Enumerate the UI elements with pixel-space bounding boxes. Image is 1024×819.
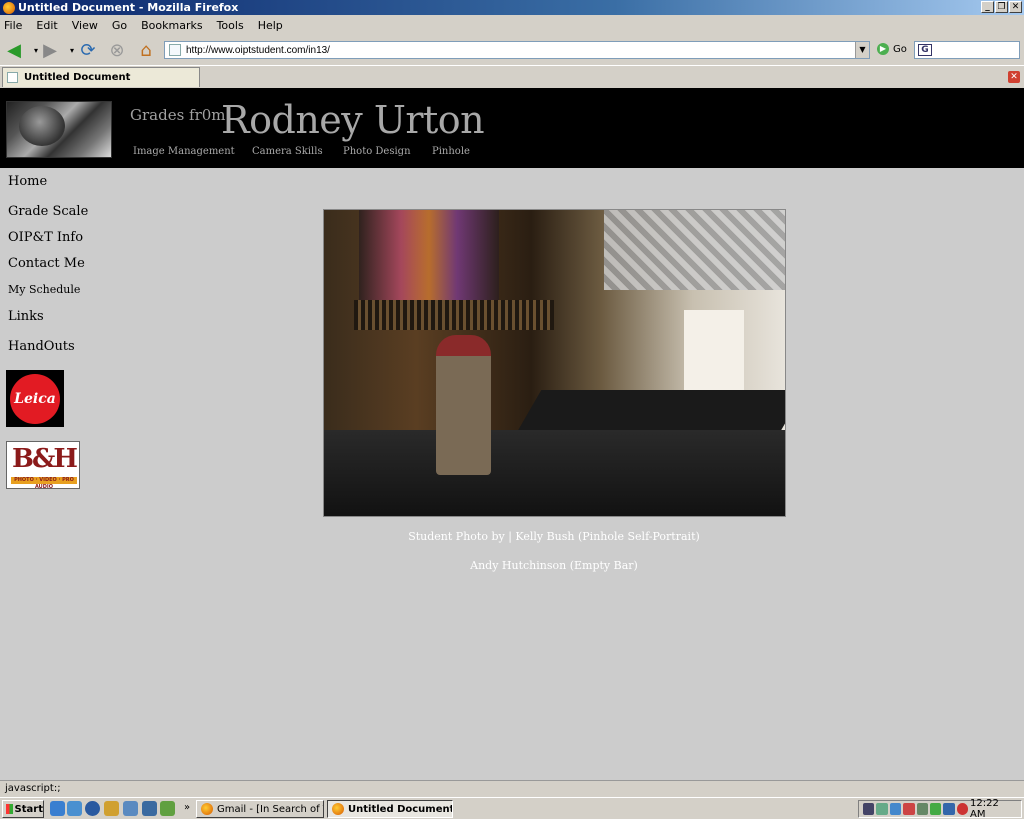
forward-icon[interactable]: ▶: [40, 40, 60, 61]
photo-caption-line-1: Student Photo by | Kelly Bush (Pinhole S…: [408, 530, 700, 543]
menu-go[interactable]: Go: [112, 19, 127, 32]
tray-icon[interactable]: [903, 803, 915, 815]
security-shield-icon[interactable]: [956, 803, 968, 815]
menu-bookmarks[interactable]: Bookmarks: [141, 19, 202, 32]
navigation-toolbar: ◀ ▾ ▶ ▾ ⟳ ⊗ ⌂ http://www.oiptstudent.com…: [0, 35, 1024, 65]
search-input[interactable]: G: [914, 41, 1020, 59]
leica-logo-text: Leica: [10, 374, 60, 424]
system-clock: 12:22 AM: [970, 798, 999, 819]
web-page: Grades fr0m Rodney Urton Image Managemen…: [0, 88, 1024, 780]
leica-logo[interactable]: Leica: [6, 370, 64, 427]
go-arrow-icon: ▶: [877, 43, 889, 55]
sidebar-link-contact-me[interactable]: Contact Me: [8, 256, 85, 271]
start-label: Start: [14, 803, 43, 815]
tab-untitled-document[interactable]: Untitled Document: [2, 67, 200, 87]
media-player-icon[interactable]: [85, 801, 100, 816]
bh-logo[interactable]: B&H PHOTO · VIDEO · PRO AUDIO: [6, 441, 80, 490]
menu-file[interactable]: File: [4, 19, 22, 32]
nav-camera-skills[interactable]: Camera Skills: [252, 146, 323, 157]
sidebar-link-home[interactable]: Home: [8, 174, 47, 189]
system-tray: 12:22 AM: [858, 798, 1022, 819]
tray-icon[interactable]: [916, 803, 928, 815]
nav-photo-design[interactable]: Photo Design: [343, 146, 411, 157]
taskbar: Start » Gmail - [In Search of Tha... Unt…: [0, 797, 1024, 819]
window-title-bar[interactable]: Untitled Document - Mozilla Firefox _ ❐ …: [0, 0, 1024, 15]
bh-logo-letters: B&H: [11, 444, 78, 474]
status-bar: javascript:;: [0, 780, 1024, 797]
close-button[interactable]: ✕: [1009, 1, 1022, 13]
firefox-icon: [332, 803, 344, 815]
firefox-icon: [3, 1, 15, 14]
tray-icon[interactable]: [863, 803, 875, 815]
sidebar-link-links[interactable]: Links: [8, 309, 44, 324]
chart-icon[interactable]: [142, 801, 157, 816]
tab-title: Untitled Document: [24, 72, 131, 83]
taskbar-button-untitled-document[interactable]: Untitled Document - ...: [327, 800, 453, 818]
go-label: Go: [893, 43, 907, 55]
task-label: Untitled Document - ...: [348, 803, 453, 815]
nav-pinhole[interactable]: Pinhole: [432, 146, 470, 157]
home-icon[interactable]: ⌂: [136, 40, 156, 61]
outlook-icon[interactable]: [67, 801, 82, 816]
quicklaunch-overflow-icon[interactable]: »: [184, 802, 190, 813]
sidebar-link-my-schedule[interactable]: My Schedule: [8, 283, 80, 296]
stop-icon[interactable]: ⊗: [107, 40, 127, 61]
featured-photo: [323, 209, 786, 517]
google-search-icon[interactable]: G: [918, 44, 932, 56]
window-title: Untitled Document - Mozilla Firefox: [18, 1, 239, 14]
tray-icon[interactable]: [943, 803, 955, 815]
sidebar-link-handouts[interactable]: HandOuts: [8, 339, 75, 354]
nav-image-management[interactable]: Image Management: [133, 146, 235, 157]
start-button[interactable]: Start: [2, 800, 44, 818]
menu-bar: File Edit View Go Bookmarks Tools Help: [0, 15, 1024, 35]
tray-icon[interactable]: [876, 803, 888, 815]
tray-icon[interactable]: [929, 803, 942, 815]
minimize-button[interactable]: _: [981, 1, 994, 13]
reload-icon[interactable]: ⟳: [78, 40, 98, 61]
status-text: javascript:;: [5, 783, 61, 794]
app-icon[interactable]: [160, 801, 175, 816]
sidebar-link-grade-scale[interactable]: Grade Scale: [8, 204, 88, 219]
bh-logo-strip: PHOTO · VIDEO · PRO AUDIO: [11, 477, 77, 490]
pencil-icon[interactable]: [104, 801, 119, 816]
menu-tools[interactable]: Tools: [217, 19, 244, 32]
close-tab-icon[interactable]: ✕: [1008, 71, 1020, 83]
menu-help[interactable]: Help: [258, 19, 283, 32]
windows-flag-icon: [6, 804, 13, 814]
site-header: Grades fr0m Rodney Urton Image Managemen…: [0, 88, 1024, 168]
taskbar-button-gmail[interactable]: Gmail - [In Search of Tha...: [196, 800, 324, 818]
menu-edit[interactable]: Edit: [36, 19, 57, 32]
address-bar[interactable]: http://www.oiptstudent.com/in13/ ▼: [164, 41, 870, 59]
window-controls: _ ❐ ✕: [981, 1, 1022, 13]
url-text[interactable]: http://www.oiptstudent.com/in13/: [186, 45, 855, 56]
desktop-icon[interactable]: [123, 801, 138, 816]
url-dropdown-icon[interactable]: ▼: [855, 42, 869, 58]
task-label: Gmail - [In Search of Tha...: [217, 803, 323, 815]
ie-icon[interactable]: [50, 801, 65, 816]
site-name: Rodney Urton: [221, 98, 485, 142]
page-favicon-icon: [169, 44, 181, 56]
photo-caption-line-2: Andy Hutchinson (Empty Bar): [470, 559, 638, 572]
back-icon[interactable]: ◀: [4, 40, 24, 61]
tray-icon[interactable]: [889, 803, 902, 815]
tab-favicon-icon: [7, 72, 18, 83]
site-tagline: Grades fr0m: [130, 106, 226, 124]
menu-view[interactable]: View: [72, 19, 98, 32]
profile-photo: [6, 101, 112, 158]
restore-button[interactable]: ❐: [995, 1, 1008, 13]
firefox-icon: [201, 803, 213, 815]
sidebar-link-oipt-info[interactable]: OIP&T Info: [8, 230, 83, 245]
go-button[interactable]: ▶ Go: [877, 43, 907, 55]
tab-strip: Untitled Document ✕: [0, 65, 1024, 87]
